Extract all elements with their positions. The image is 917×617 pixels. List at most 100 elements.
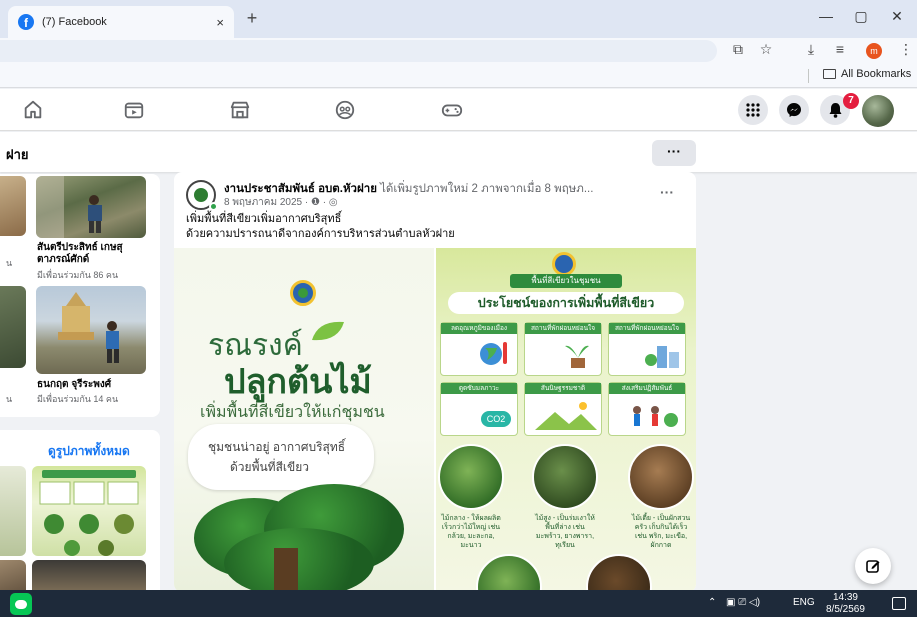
post-image-infographic[interactable]: พื้นที่สีเขียวในชุมชน ประโยชน์ของการเพิ่… xyxy=(436,248,696,592)
city-park-icon xyxy=(645,346,679,368)
friend-photo-figure xyxy=(36,176,102,238)
tree-type-image xyxy=(586,554,652,592)
home-icon[interactable] xyxy=(22,99,44,121)
tray-status-icons[interactable]: ▣ ⎚ ◁) xyxy=(726,597,760,608)
photo-thumb[interactable] xyxy=(32,466,146,556)
post-caption-line2: ด้วยความปรารถนาดีจากองค์การบริหารส่วนตำบ… xyxy=(186,228,455,240)
all-bookmarks-label: All Bookmarks xyxy=(841,68,912,80)
gaming-icon[interactable] xyxy=(441,99,463,121)
tree-type-image xyxy=(476,554,542,592)
benefit-card: สถานที่พักผ่อนหย่อนใจ xyxy=(608,322,686,376)
friend-name[interactable]: ธนกฤต จุรีระพงศ์ xyxy=(37,379,111,391)
leaf-icon xyxy=(312,321,344,341)
benefit-card: สถานที่พักผ่อนหย่อนใจ xyxy=(524,322,602,376)
clock-date: 8/5/2569 xyxy=(826,604,865,615)
benefit-card: ลดอุณหภูมิของเมือง xyxy=(440,322,518,376)
tree-canopy xyxy=(224,528,374,592)
notification-center-icon[interactable] xyxy=(892,597,906,610)
tree-type-image xyxy=(438,444,504,510)
campaign-subtitle: เพิ่มพื้นที่สีเขียวให้แก่ชุมชน xyxy=(200,404,385,421)
friend-photo[interactable] xyxy=(36,286,146,374)
photo-thumb[interactable] xyxy=(32,560,146,590)
tray-expand-icon[interactable]: ⌃ xyxy=(708,597,716,608)
bubble-text-line1: ชุมชนน่าอยู่ อากาศบริสุทธิ์ xyxy=(208,440,346,454)
bell-icon xyxy=(829,103,841,118)
benefit-card: ส่งเสริมปฏิสัมพันธ์ xyxy=(608,382,686,436)
friend-photo[interactable] xyxy=(36,176,146,238)
tree-type-image xyxy=(628,444,694,510)
page-subheader: ฝาย xyxy=(0,132,917,172)
tab-title: (7) Facebook xyxy=(42,16,107,28)
profile-avatar[interactable]: m xyxy=(866,43,882,59)
benefit-card: สันนิษฐรรมชาติ xyxy=(524,382,602,436)
post-action-text: ได้เพิ่มรูปภาพใหม่ 2 ภาพจากเมื่อ 8 พฤษภ.… xyxy=(376,183,594,195)
folder-icon xyxy=(823,69,836,79)
post-author[interactable]: งานประชาสัมพันธ์ อบต.หัวฝาย xyxy=(224,183,377,195)
account-avatar[interactable] xyxy=(862,95,894,127)
browser-tab-facebook[interactable]: f (7) Facebook × xyxy=(8,6,234,38)
notification-count-badge: 7 xyxy=(843,93,859,109)
maximize-button[interactable]: ▢ xyxy=(846,8,876,25)
sao-logo xyxy=(552,252,576,276)
benefit-card: ดูดซับมลภาวะ CO2 xyxy=(440,382,518,436)
menu-kebab-icon[interactable]: ⋮ xyxy=(895,41,917,58)
minimize-button[interactable]: — xyxy=(811,8,841,24)
new-tab-button[interactable]: + xyxy=(240,8,264,29)
cast-icon[interactable]: ⧉ xyxy=(727,41,749,58)
post-options-button[interactable]: ··· xyxy=(660,184,674,200)
post-card: งานประชาสัมพันธ์ อบต.หัวฝาย ได้เพิ่มรูปภ… xyxy=(174,172,696,592)
benefit-card-title: ลดอุณหภูมิของเมือง xyxy=(441,323,517,334)
line-app-icon[interactable] xyxy=(10,593,32,615)
post-image-campaign[interactable]: รณรงค์ ปลูกต้นไม้ เพิ่มพื้นที่สีเขียวให้… xyxy=(174,248,434,592)
post-date[interactable]: 8 พฤษภาคม 2025 · ❶ · ◎ xyxy=(224,195,338,210)
bookmarks-bar: All Bookmarks xyxy=(0,64,917,88)
new-message-button[interactable] xyxy=(855,548,891,584)
speech-bubble xyxy=(188,424,374,490)
see-all-photos-link[interactable]: ดูรูปภาพทั้งหมด xyxy=(48,442,130,461)
friend-name-line2[interactable]: ตาภรณ์ศักด์ xyxy=(37,254,89,266)
friends-card: สันตรีประสิทธ์ เกษสุ ตาภรณ์ศักด์ น มีเพื… xyxy=(0,174,160,417)
tree-type-caption: ไม้สูง - เป็นร่มเงาให้พื้นที่ล่าง เช่น ม… xyxy=(535,515,595,549)
download-icon[interactable]: ⤓ xyxy=(800,41,822,58)
infographic-title: ประโยชน์ของการเพิ่มพื้นที่สีเขียว xyxy=(448,292,684,314)
all-bookmarks-button[interactable]: All Bookmarks xyxy=(823,68,911,80)
bubble-text-line2: ด้วยพื้นที่สีเขียว xyxy=(230,460,309,474)
reading-list-icon[interactable]: ≡ xyxy=(829,41,851,57)
grid-icon xyxy=(746,103,760,117)
tree-trunk xyxy=(274,548,298,592)
bookmark-star-icon[interactable]: ☆ xyxy=(755,41,777,58)
close-window-button[interactable]: ✕ xyxy=(882,8,912,25)
video-icon[interactable] xyxy=(123,99,145,121)
friend-photo-monument xyxy=(58,292,119,363)
browser-titlebar: f (7) Facebook × + — ▢ ✕ xyxy=(0,0,917,38)
benefit-card-title: ส่งเสริมปฏิสัมพันธ์ xyxy=(609,383,685,394)
language-indicator[interactable]: ENG xyxy=(793,597,815,608)
photo-thumb-cut[interactable] xyxy=(0,560,26,590)
photo-thumb-cut[interactable] xyxy=(0,466,26,556)
post-caption: เพิ่มพื้นที่สีเขียวเพิ่มอากาศบริสุทธิ์ ด… xyxy=(186,212,455,242)
infographic-banner: พื้นที่สีเขียวในชุมชน xyxy=(510,274,622,288)
photo-thumb-infographic xyxy=(39,470,139,556)
friend-name[interactable]: สันตรีประสิทธ์ เกษสุ xyxy=(37,242,123,254)
address-field[interactable] xyxy=(0,40,717,62)
tree-type-image xyxy=(532,444,598,510)
friend-photo-cut[interactable] xyxy=(0,286,26,368)
photos-card: ดูรูปภาพทั้งหมด xyxy=(0,430,160,590)
clock-time: 14:39 xyxy=(832,592,858,603)
marketplace-icon[interactable] xyxy=(229,99,251,121)
messenger-button[interactable] xyxy=(779,95,809,125)
friend-photo-cut[interactable] xyxy=(0,176,26,236)
groups-icon[interactable] xyxy=(334,99,356,121)
compose-icon xyxy=(866,560,880,573)
address-bar-row xyxy=(0,38,917,64)
clock[interactable]: 14:39 8/5/2569 xyxy=(826,592,865,616)
benefit-card-title: สันนิษฐรรมชาติ xyxy=(525,383,601,394)
menu-grid-button[interactable] xyxy=(738,95,768,125)
more-options-button[interactable]: ··· xyxy=(652,140,696,166)
benefit-card-title: สถานที่พักผ่อนหย่อนใจ xyxy=(525,323,601,334)
plant-icon xyxy=(565,345,589,368)
tree-type-caption: ไม้กลาง - ให้ผลผลิตเร็วกว่าไม้ใหญ่ เช่น … xyxy=(441,515,501,549)
bookmarks-divider xyxy=(808,69,809,83)
tab-close-icon[interactable]: × xyxy=(216,15,224,30)
benefit-card-title: สถานที่พักผ่อนหย่อนใจ xyxy=(609,323,685,334)
